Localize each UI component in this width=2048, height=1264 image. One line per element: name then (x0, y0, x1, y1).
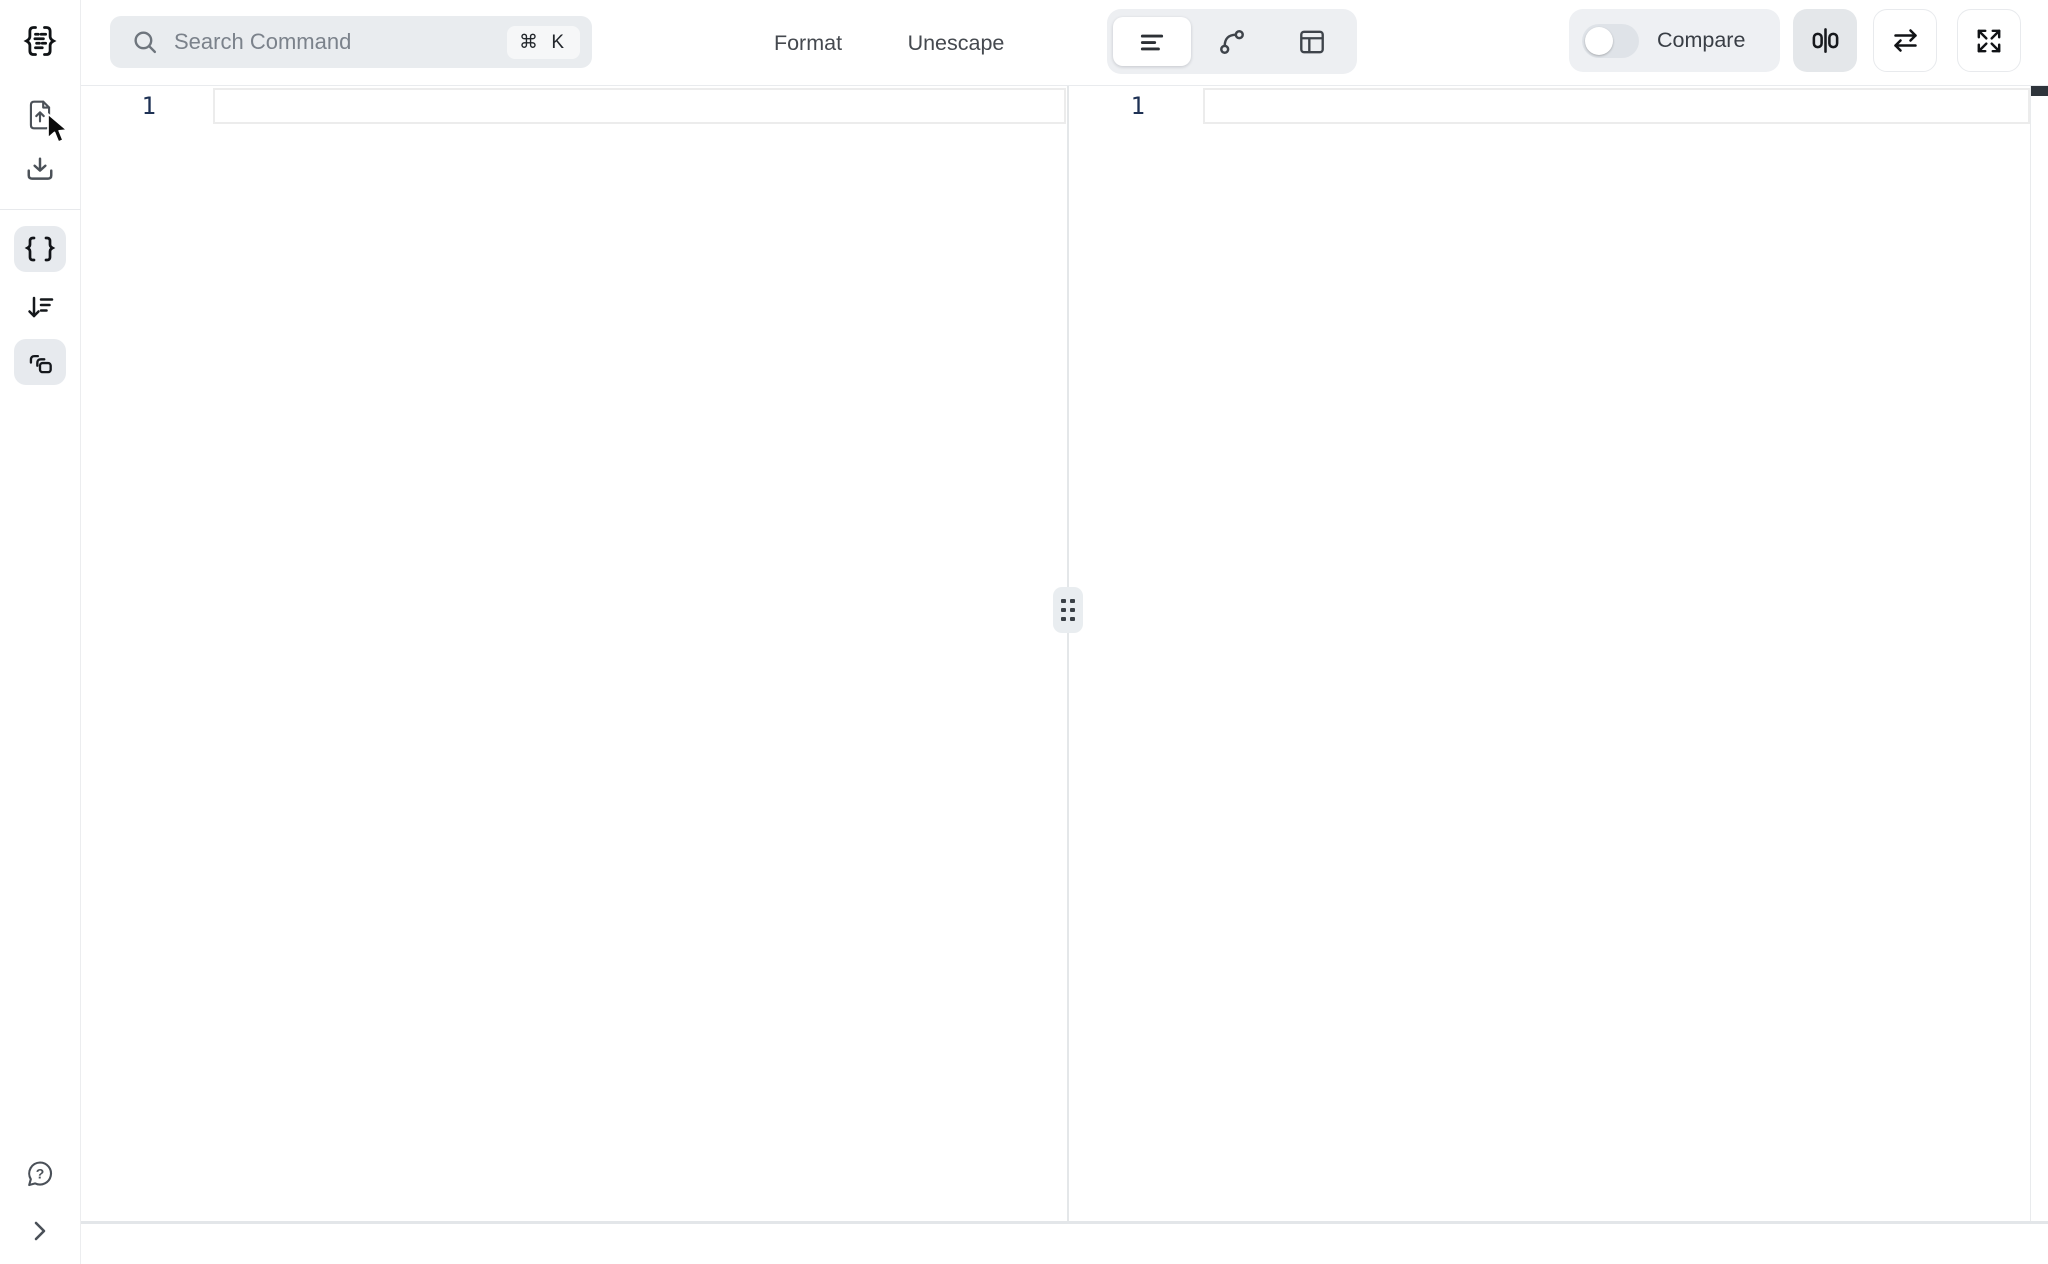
tab-graph-view[interactable] (1193, 17, 1271, 66)
split-columns-button[interactable] (1793, 9, 1857, 72)
tab-table-view[interactable] (1273, 17, 1351, 66)
compare-toggle[interactable] (1582, 23, 1639, 58)
json-editor-app: ? ⌘ K Format Unescape (0, 0, 2048, 1264)
graph-spline-icon (1217, 27, 1247, 57)
sidebar-item-compare-documents[interactable] (14, 339, 66, 385)
search-command-input[interactable] (174, 29, 493, 55)
pane-divider (1067, 86, 1069, 1222)
sidebar-divider (0, 209, 81, 210)
svg-text:?: ? (36, 1166, 45, 1182)
view-switcher (1107, 9, 1357, 74)
right-editor-current-line[interactable] (1203, 88, 2030, 124)
toggle-knob (1585, 26, 1613, 55)
fullscreen-icon (1974, 26, 2004, 56)
chevron-right-icon (31, 1220, 49, 1242)
text-lines-icon (1137, 27, 1167, 57)
curly-braces-icon (24, 235, 56, 263)
sidebar: ? (0, 0, 81, 1264)
overview-ruler-cursor-marker (2031, 86, 2048, 96)
search-command-bar[interactable]: ⌘ K (110, 16, 592, 68)
sidebar-item-sort[interactable] (14, 284, 66, 330)
app-logo[interactable] (14, 18, 66, 64)
sidebar-item-json-editor[interactable] (14, 226, 66, 272)
left-editor-current-line[interactable] (213, 88, 1066, 124)
editor-bottom-border (81, 1221, 2048, 1224)
search-icon (132, 29, 159, 56)
swap-panes-button[interactable] (1873, 9, 1937, 72)
compare-control: Compare (1569, 9, 1780, 72)
left-editor-line-number: 1 (141, 92, 156, 120)
braces-document-logo-icon (22, 23, 58, 59)
unescape-button[interactable]: Unescape (898, 0, 1014, 86)
table-icon (1297, 27, 1327, 57)
top-toolbar: ⌘ K Format Unescape (81, 0, 2048, 86)
sort-lines-icon (25, 293, 55, 321)
keyboard-shortcut-badge: ⌘ K (507, 25, 580, 59)
grip-dots-icon (1061, 598, 1075, 622)
format-button[interactable]: Format (765, 0, 851, 86)
pane-resize-handle[interactable] (1053, 587, 1083, 633)
file-download-icon (25, 156, 55, 183)
help-button[interactable]: ? (14, 1151, 66, 1197)
swap-arrows-icon (1890, 25, 1921, 56)
download-file-button[interactable] (14, 146, 66, 192)
right-editor-line-number: 1 (1130, 92, 1145, 120)
tab-text-view[interactable] (1113, 17, 1191, 66)
overlapping-panels-icon (24, 346, 56, 378)
right-editor-overview-ruler[interactable] (2030, 86, 2031, 1221)
compare-label: Compare (1657, 28, 1746, 52)
fullscreen-button[interactable] (1957, 9, 2021, 72)
upload-file-button[interactable] (14, 92, 66, 138)
expand-sidebar-button[interactable] (14, 1208, 66, 1254)
split-columns-icon (1810, 25, 1841, 56)
help-bubble-icon: ? (24, 1158, 56, 1190)
editor-split-view: 1 1 (81, 86, 2048, 1222)
file-upload-icon (25, 99, 55, 131)
